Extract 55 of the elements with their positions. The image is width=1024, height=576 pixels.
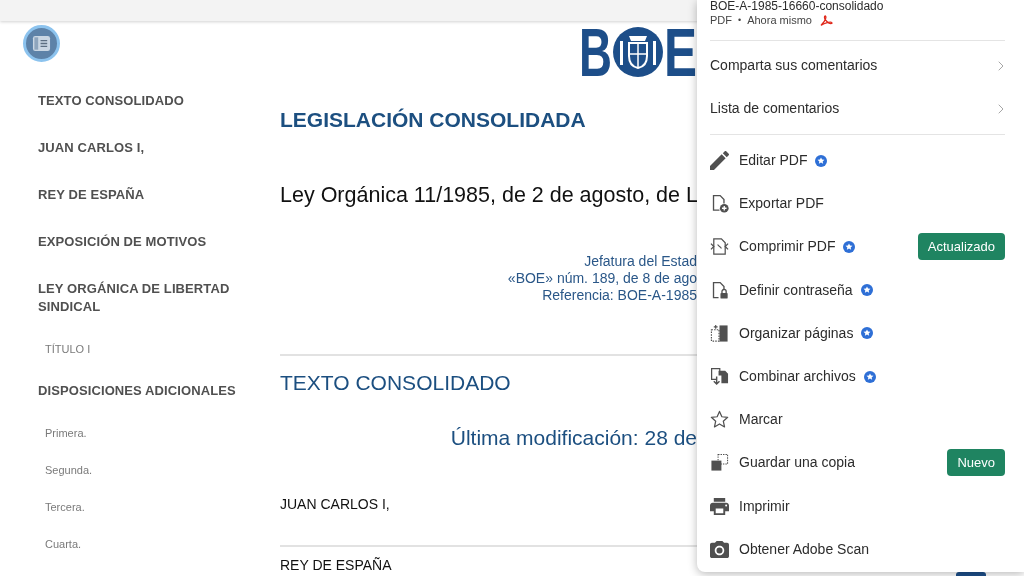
sidebar-link[interactable]: TEXTO CONSOLIDADO: [38, 92, 184, 110]
sidebar-link[interactable]: LEY ORGÁNICA DE LIBERTAD SINDICAL: [38, 280, 253, 316]
publication-line: Jefatura del Estad: [584, 253, 697, 270]
status-badge: Nuevo: [947, 449, 1005, 477]
floating-button[interactable]: [956, 572, 986, 576]
menu-item[interactable]: Marcar: [710, 409, 783, 431]
menu-item[interactable]: Exportar PDF: [710, 193, 824, 215]
document-paragraph: JUAN CARLOS I,: [280, 497, 390, 511]
last-modified-text: Última modificación: 28 de: [450, 426, 697, 450]
document-lock-icon: [710, 280, 729, 300]
squares-icon: [710, 453, 729, 473]
sidebar-sublink[interactable]: Cuarta.: [45, 536, 82, 552]
sidebar-link[interactable]: DISPOSICIONES ADICIONALES: [38, 382, 236, 400]
status-badge: Actualizado: [917, 233, 1005, 261]
sidebar-link[interactable]: JUAN CARLOS I,: [38, 139, 145, 157]
file-type: PDF: [710, 13, 732, 28]
printer-icon: [710, 496, 729, 516]
logo-letter: B: [579, 27, 629, 77]
submenu-item[interactable]: Lista de comentarios: [710, 87, 1005, 130]
menu-item[interactable]: Combinar archivos: [710, 366, 876, 388]
sidebar-link[interactable]: REY DE ESPAÑA: [38, 186, 145, 204]
pdf-icon: [819, 13, 833, 27]
file-time: Ahora mismo: [747, 13, 812, 28]
publication-line: «BOE» núm. 189, de 8 de ago: [507, 270, 697, 287]
sidebar-sublink[interactable]: Tercera.: [45, 499, 85, 515]
sidebar-link[interactable]: EXPOSICIÓN DE MOTIVOS: [38, 233, 207, 251]
separator: •: [738, 14, 742, 27]
menu-item[interactable]: Definir contraseña: [710, 279, 873, 301]
star-icon: [710, 410, 729, 430]
sidebar-toggle-button[interactable]: [23, 25, 60, 62]
pencil-icon: [710, 151, 729, 171]
list-icon: [32, 34, 51, 53]
crest-emblem-icon: [613, 27, 663, 77]
section-title: TEXTO CONSOLIDADO: [280, 371, 511, 395]
menu-item[interactable]: Editar PDF: [710, 150, 828, 172]
submenu-item[interactable]: Comparta sus comentarios: [710, 44, 1005, 87]
publication-line: Referencia: BOE-A-1985: [542, 287, 697, 304]
camera-icon: [710, 539, 729, 559]
documents-arrow-icon: [710, 367, 729, 387]
menu-item[interactable]: Obtener Adobe Scan: [710, 538, 869, 560]
menu-item[interactable]: Comprimir PDF: [710, 236, 856, 258]
document-heading: LEGISLACIÓN CONSOLIDADA: [280, 108, 586, 132]
menu-item[interactable]: Guardar una copia: [710, 452, 855, 474]
sidebar-sublink[interactable]: Primera.: [45, 425, 87, 441]
document-paragraph: REY DE ESPAÑA: [280, 558, 392, 572]
document-arrows-icon: [710, 237, 729, 257]
sidebar-sublink[interactable]: TÍTULO I: [45, 341, 91, 357]
file-name: BOE-A-1985-16660-consolidado: [710, 0, 884, 12]
menu-item[interactable]: Organizar páginas: [710, 322, 874, 344]
pages-icon: [710, 323, 729, 343]
menu-item[interactable]: Imprimir: [710, 495, 790, 517]
law-title: Ley Orgánica 11/1985, de 2 de agosto, de L: [280, 183, 698, 207]
sidebar-sublink[interactable]: Segunda.: [45, 462, 93, 478]
logo-letter: E: [664, 27, 697, 77]
document-plus-icon: [710, 194, 729, 214]
